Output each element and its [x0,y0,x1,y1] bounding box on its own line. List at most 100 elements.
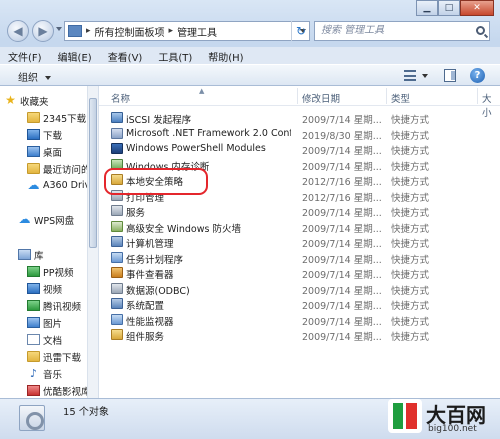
file-row[interactable]: 任务计划程序 2009/7/14 星期... 快捷方式 [99,250,500,266]
file-row[interactable]: 事件查看器 2009/7/14 星期... 快捷方式 [99,265,500,281]
explorer-window: ◀ ▶ ▸ 所有控制面板项 ▸ 管理工具 ↻ 搜索 管理工具 ▁ □ ✕ 文件(… [0,0,500,439]
file-date: 2009/7/14 星期... [302,285,382,297]
file-type: 快捷方式 [391,254,430,266]
address-row: ◀ ▶ ▸ 所有控制面板项 ▸ 管理工具 ↻ 搜索 管理工具 ▁ □ ✕ [0,0,500,44]
nav-tencent-video[interactable]: 腾讯视频 [27,298,81,313]
file-row[interactable]: 数据源(ODBC) 2009/7/14 星期... 快捷方式 [99,281,500,297]
file-row[interactable]: Windows PowerShell Modules 2009/7/14 星期.… [99,141,500,157]
nav-scrollbar[interactable] [87,86,98,398]
address-bar[interactable]: ▸ 所有控制面板项 ▸ 管理工具 [64,21,310,41]
nav-music[interactable]: ♪ 音乐 [27,366,62,381]
file-type: 快捷方式 [391,177,430,188]
menu-file[interactable]: 文件(F) [8,49,42,64]
nav-label: PP视频 [43,267,74,279]
change-view-icon[interactable] [404,70,416,81]
organize-button[interactable]: 组织 [18,69,52,84]
column-name[interactable]: 名称 [111,91,130,105]
file-date: 2009/7/14 星期... [302,332,382,343]
nav-a360-drive[interactable]: ☁ A360 Drive [27,178,96,193]
thunder-download-icon [27,351,40,362]
column-date[interactable]: 修改日期 [302,91,340,105]
refresh-icon[interactable]: ↻ [291,21,310,41]
menu-help[interactable]: 帮助(H) [208,49,243,64]
minimize-button[interactable]: ▁ [416,0,438,16]
watermark-url: big100.net [428,424,477,434]
menu-edit[interactable]: 编辑(E) [58,49,92,64]
nav-label: 2345下载 [43,113,87,125]
performance-monitor-icon [111,313,123,325]
file-date: 2012/7/16 星期... [302,177,382,188]
breadcrumb-item[interactable]: 管理工具 [177,24,217,39]
file-name: 组件服务 [126,332,165,343]
watermark: 大百网 big100.net [388,397,500,439]
nav-youku[interactable]: 优酷影视库 [27,383,91,398]
file-row[interactable]: Microsoft .NET Framework 2.0 Confi... 20… [99,126,500,142]
preview-pane-icon[interactable] [444,69,456,82]
cloud-icon: ☁ [18,212,31,226]
column-type[interactable]: 类型 [391,91,410,105]
file-name: 数据源(ODBC) [126,285,190,297]
nav-wps-drive[interactable]: ☁ WPS网盘 [18,212,75,227]
file-row[interactable]: 系统配置 2009/7/14 星期... 快捷方式 [99,296,500,312]
file-row[interactable]: 性能监视器 2009/7/14 星期... 快捷方式 [99,312,500,328]
download-folder-icon [27,129,40,140]
close-button[interactable]: ✕ [460,0,494,16]
document-icon [27,334,40,345]
file-row[interactable]: 服务 2009/7/14 星期... 快捷方式 [99,203,500,219]
nav-pictures[interactable]: 图片 [27,315,62,330]
nav-2345-download[interactable]: 2345下载 [27,110,86,125]
file-row[interactable]: iSCSI 发起程序 2009/7/14 星期... 快捷方式 [99,110,500,126]
recent-pages-dropdown[interactable] [56,27,62,31]
nav-recent-places[interactable]: 最近访问的 [27,161,91,176]
view-options-dropdown[interactable] [422,74,428,78]
search-icon[interactable] [476,26,485,35]
file-row[interactable]: 组件服务 2009/7/14 星期... 快捷方式 [99,327,500,343]
file-type: 快捷方式 [391,146,430,157]
file-type: 快捷方式 [391,270,430,281]
search-placeholder: 搜索 管理工具 [321,25,385,36]
breadcrumb-separator[interactable]: ▸ [86,26,91,36]
forward-arrow-icon[interactable]: ▶ [32,20,54,42]
breadcrumb-separator[interactable]: ▸ [169,26,174,36]
column-divider[interactable] [386,88,387,104]
computer-management-icon [111,236,123,247]
file-date: 2012/7/16 星期... [302,192,382,204]
file-name: 性能监视器 [126,316,174,328]
file-row[interactable]: 计算机管理 2009/7/14 星期... 快捷方式 [99,234,500,250]
nav-desktop[interactable]: 桌面 [27,144,62,159]
nav-libraries[interactable]: 库 [18,247,44,262]
nav-pp-video[interactable]: PP视频 [27,264,73,279]
nav-documents[interactable]: 文档 [27,332,62,347]
nav-label: 优酷影视库 [43,386,91,398]
file-name: 任务计划程序 [126,254,184,266]
desktop-icon [27,146,40,157]
column-header: ▲ 名称 修改日期 类型 大小 [99,86,500,119]
search-input[interactable]: 搜索 管理工具 [314,21,490,41]
sort-arrow-icon: ▲ [199,87,205,95]
breadcrumb-item[interactable]: 所有控制面板项 [95,24,165,39]
nav-videos[interactable]: 视频 [27,281,62,296]
nav-favorites[interactable]: ★ 收藏夹 [4,93,49,108]
nav-thunder-download[interactable]: 迅雷下载 [27,349,81,364]
column-divider[interactable] [477,88,478,104]
a360-drive-icon: ☁ [27,178,40,192]
maximize-button[interactable]: □ [438,0,460,16]
nav-label: 收藏夹 [20,96,49,108]
file-date: 2009/7/14 星期... [302,208,382,219]
file-date: 2009/7/14 星期... [302,270,382,281]
chevron-down-icon [45,76,52,80]
window-controls: ▁ □ ✕ [416,0,494,16]
nav-downloads[interactable]: 下载 [27,127,62,142]
help-icon[interactable]: ? [470,68,485,83]
services-gear-icon [111,205,123,216]
file-name: 系统配置 [126,301,165,312]
nav-scroll-thumb[interactable] [89,98,97,248]
menu-tools[interactable]: 工具(T) [158,49,192,64]
picture-icon [27,317,40,328]
back-arrow-icon[interactable]: ◀ [7,20,29,42]
column-divider[interactable] [297,88,298,104]
nav-label: 文档 [43,335,63,347]
file-row[interactable]: 高级安全 Windows 防火墙 2009/7/14 星期... 快捷方式 [99,219,500,235]
menu-view[interactable]: 查看(V) [108,49,143,64]
item-count: 15 个对象 [63,407,109,418]
